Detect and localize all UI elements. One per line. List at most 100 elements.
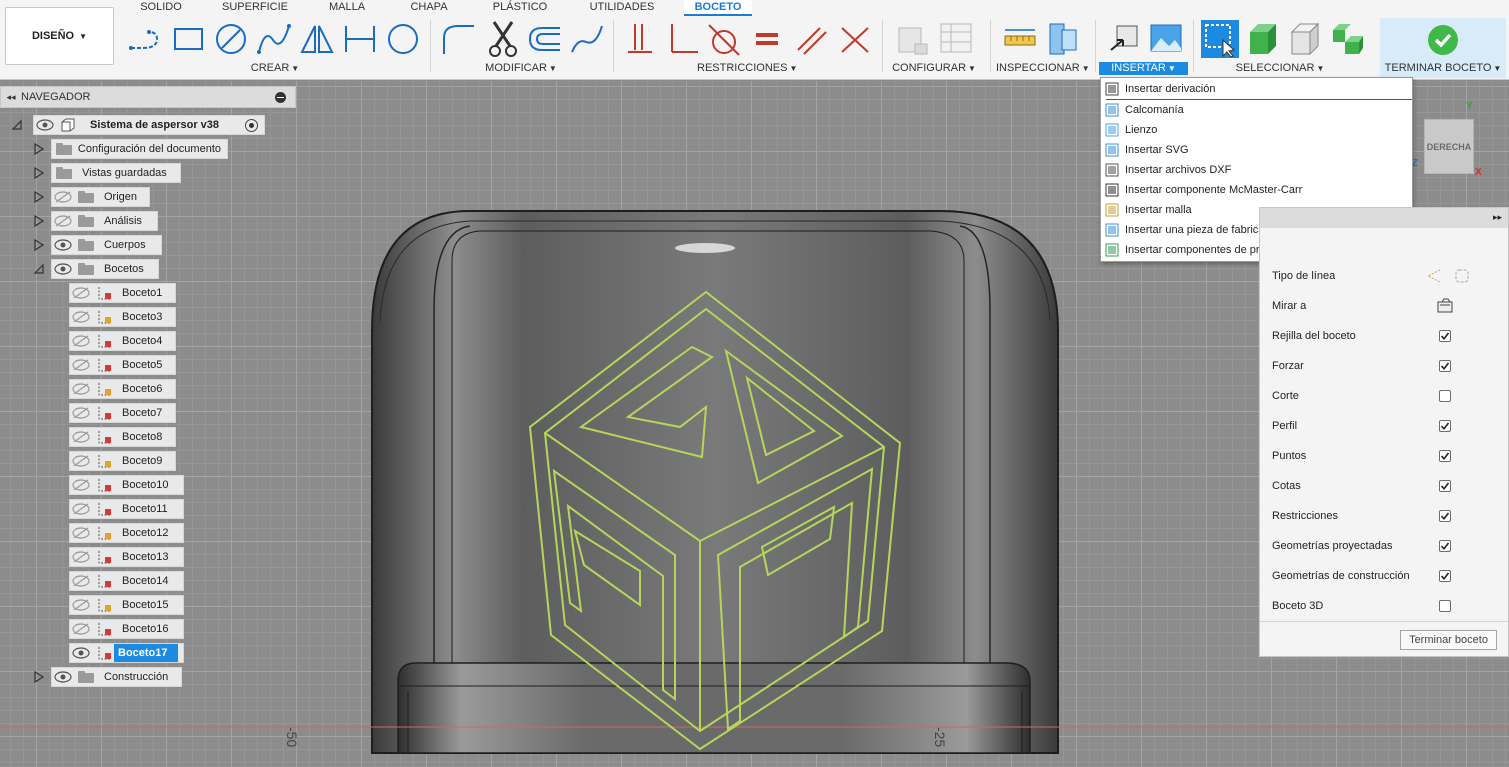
select-faces-tool[interactable]: [1329, 20, 1367, 58]
select-tool[interactable]: [1201, 20, 1239, 58]
select-component-tool[interactable]: [1286, 20, 1324, 58]
tree-item-sketch[interactable]: Boceto15: [69, 595, 184, 615]
tree-item-bodies[interactable]: Cuerpos: [51, 235, 162, 255]
eye-hidden-icon[interactable]: [72, 359, 90, 371]
tree-item-sketch[interactable]: Boceto7: [69, 403, 176, 423]
eye-hidden-icon[interactable]: [54, 191, 72, 203]
tab-solid[interactable]: SOLIDO: [126, 0, 196, 16]
eye-icon[interactable]: [54, 671, 72, 683]
inspect-menu[interactable]: INSPECCIONAR ▼: [996, 62, 1090, 75]
eye-hidden-icon[interactable]: [72, 647, 90, 659]
modify-menu[interactable]: MODIFICAR ▼: [484, 62, 558, 75]
create-menu[interactable]: CREAR ▼: [245, 62, 305, 75]
eye-hidden-icon[interactable]: [72, 287, 90, 299]
tab-surface[interactable]: SUPERFICIE: [210, 0, 300, 16]
eye-hidden-icon[interactable]: [72, 383, 90, 395]
eye-icon[interactable]: [54, 239, 72, 251]
expand-triangle-icon[interactable]: [33, 214, 45, 228]
insert-menu-item[interactable]: Calcomanía: [1104, 101, 1184, 119]
insert-canvas-tool[interactable]: [1147, 20, 1185, 58]
parallel-lines-constraint-tool[interactable]: [792, 20, 830, 58]
expand-triangle-icon[interactable]: [33, 166, 45, 180]
perpendicular-constraint-tool[interactable]: [664, 20, 702, 58]
tree-item-sketch[interactable]: Boceto16: [69, 619, 184, 639]
trim-tool[interactable]: [484, 20, 522, 58]
collapse-triangle-icon[interactable]: [11, 118, 23, 132]
eye-hidden-icon[interactable]: [72, 623, 90, 635]
dimension-tool[interactable]: [341, 20, 379, 58]
insert-menu-button[interactable]: INSERTAR ▼: [1099, 62, 1188, 75]
tree-item-sketch[interactable]: Boceto12: [69, 523, 184, 543]
tab-plastic[interactable]: PLÁSTICO: [478, 0, 562, 16]
tree-item-named-views[interactable]: Vistas guardadas: [51, 163, 181, 183]
palette-checkbox[interactable]: [1439, 420, 1451, 432]
tree-item-sketch[interactable]: Boceto3: [69, 307, 176, 327]
insert-menu-item[interactable]: Insertar malla: [1104, 201, 1192, 219]
tab-utilities[interactable]: UTILIDADES: [576, 0, 668, 16]
palette-checkbox[interactable]: [1439, 450, 1451, 462]
tree-item-analysis[interactable]: Análisis: [51, 211, 158, 231]
mirror-tool[interactable]: [298, 20, 336, 58]
tab-mesh[interactable]: MALLA: [312, 0, 382, 16]
tree-item-sketch[interactable]: Boceto10: [69, 475, 184, 495]
eye-hidden-icon[interactable]: [54, 215, 72, 227]
look-at-icon[interactable]: [1437, 298, 1453, 317]
insert-menu-item[interactable]: Lienzo: [1104, 121, 1157, 139]
expand-triangle-icon[interactable]: [33, 238, 45, 252]
palette-header[interactable]: ▸▸: [1260, 208, 1508, 228]
expand-right-icon[interactable]: ▸▸: [1493, 212, 1502, 223]
tangent-constraint-tool[interactable]: [705, 20, 743, 58]
eye-hidden-icon[interactable]: [72, 527, 90, 539]
eye-hidden-icon[interactable]: [72, 599, 90, 611]
tree-item-sketches[interactable]: Bocetos: [51, 259, 159, 279]
eye-icon[interactable]: [54, 263, 72, 275]
tree-item-sketch[interactable]: Boceto6: [69, 379, 176, 399]
expand-triangle-icon[interactable]: [33, 190, 45, 204]
tree-item-sketch[interactable]: Boceto14: [69, 571, 184, 591]
finish-sketch-menu[interactable]: TERMINAR BOCETO ▼: [1383, 62, 1503, 75]
tree-item-sketch[interactable]: Boceto5: [69, 355, 176, 375]
centerline-linetype-icon[interactable]: [1454, 268, 1470, 287]
palette-checkbox[interactable]: [1439, 540, 1451, 552]
palette-checkbox[interactable]: [1439, 570, 1451, 582]
line-tool[interactable]: [127, 20, 165, 58]
measure-tool[interactable]: [1001, 20, 1039, 58]
activate-radio-icon[interactable]: [245, 119, 258, 132]
eye-hidden-icon[interactable]: [72, 455, 90, 467]
coincident-constraint-tool[interactable]: [836, 20, 874, 58]
parallel-constraint-tool[interactable]: [622, 20, 660, 58]
eye-hidden-icon[interactable]: [72, 575, 90, 587]
circle-tool[interactable]: [212, 20, 250, 58]
viewcube[interactable]: DERECHA: [1424, 119, 1474, 174]
tree-item-origin[interactable]: Origen: [51, 187, 150, 207]
insert-menu-item[interactable]: Insertar SVG: [1104, 141, 1189, 159]
insert-menu-item[interactable]: Insertar componente McMaster-Carr: [1104, 181, 1302, 199]
extend-tool[interactable]: [568, 20, 606, 58]
insert-menu-item[interactable]: Insertar una pieza de fabricante: [1104, 221, 1280, 239]
tree-item-sketch[interactable]: Boceto8: [69, 427, 176, 447]
tab-sheet-metal[interactable]: CHAPA: [396, 0, 462, 16]
select-menu[interactable]: SELECCIONAR ▼: [1234, 62, 1326, 75]
palette-checkbox[interactable]: [1439, 330, 1451, 342]
select-body-tool[interactable]: [1244, 20, 1282, 58]
expand-triangle-icon[interactable]: [33, 142, 45, 156]
constraints-menu[interactable]: RESTRICCIONES ▼: [697, 62, 797, 75]
tree-item-sketch[interactable]: Boceto4: [69, 331, 176, 351]
configure-table-tool[interactable]: [937, 20, 975, 58]
navigator-header[interactable]: ◂◂ NAVEGADOR: [0, 86, 296, 108]
circle-outline-tool[interactable]: [384, 20, 422, 58]
minimize-icon[interactable]: [275, 92, 286, 103]
eye-icon[interactable]: [36, 119, 54, 131]
tree-item-sketch[interactable]: Boceto13: [69, 547, 184, 567]
equal-constraint-tool[interactable]: [748, 20, 786, 58]
insert-menu-item[interactable]: Insertar archivos DXF: [1104, 161, 1231, 179]
finish-sketch-button[interactable]: Terminar boceto: [1400, 630, 1497, 650]
construction-linetype-icon[interactable]: [1426, 268, 1442, 287]
tree-root[interactable]: Sistema de aspersor v38: [33, 115, 265, 135]
tree-item-doc-settings[interactable]: Configuración del documento: [51, 139, 228, 159]
collapse-left-icon[interactable]: ◂◂: [1, 92, 21, 103]
finish-check-icon[interactable]: [1428, 25, 1458, 55]
spline-tool[interactable]: [255, 20, 293, 58]
interference-tool[interactable]: [1044, 20, 1082, 58]
configure-menu[interactable]: CONFIGURAR ▼: [892, 62, 976, 75]
